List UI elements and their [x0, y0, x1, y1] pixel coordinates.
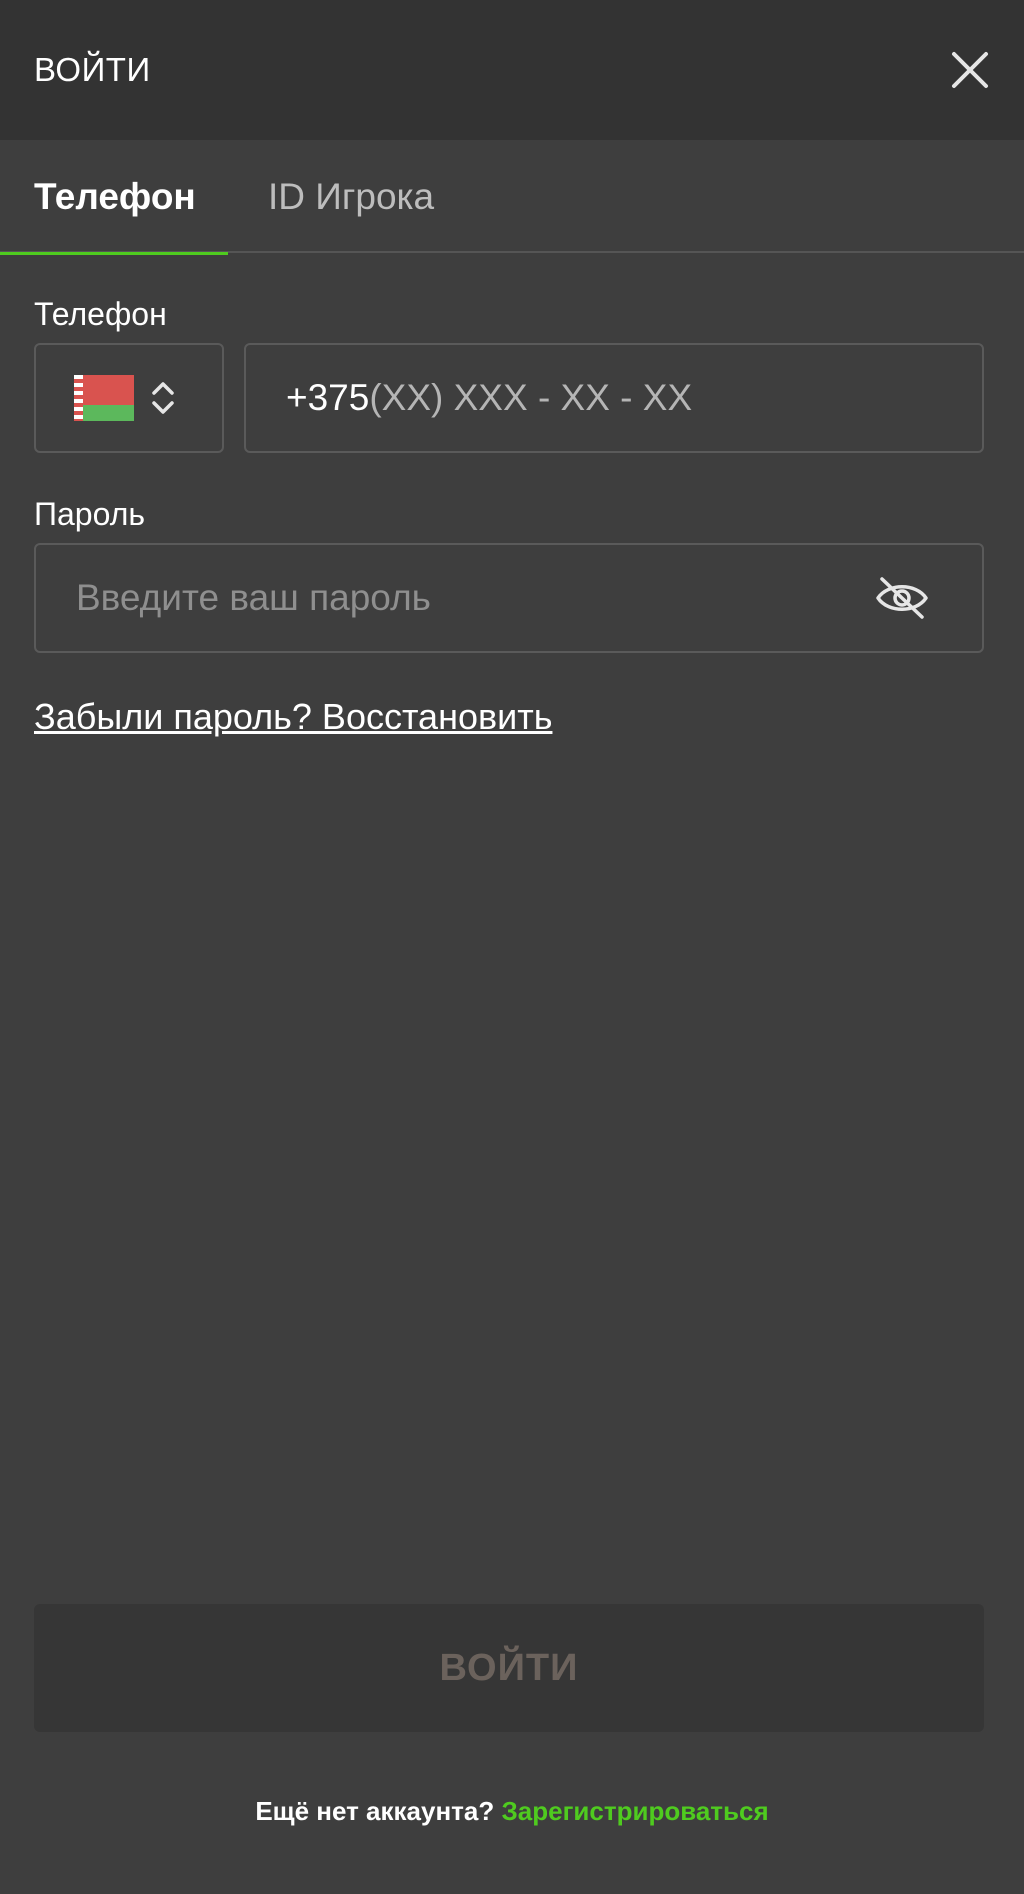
register-prompt: Ещё нет аккаунта? Зарегистрироваться — [0, 1796, 1024, 1827]
eye-off-icon — [876, 577, 928, 619]
close-button[interactable] — [942, 42, 998, 98]
modal-header: ВОЙТИ — [0, 0, 1024, 140]
phone-prefix: +375 — [286, 377, 370, 418]
register-link[interactable]: Зарегистрироваться — [501, 1796, 768, 1826]
modal-title: ВОЙТИ — [34, 51, 151, 88]
forgot-password-link[interactable]: Забыли пароль? Восстановить — [34, 696, 552, 738]
password-input[interactable]: Введите ваш пароль — [34, 543, 984, 653]
close-icon — [952, 52, 988, 88]
login-modal: ВОЙТИ Телефон ID Игрока Телефон +375 (XX)… — [0, 0, 1024, 1894]
login-button[interactable]: ВОЙТИ — [34, 1604, 984, 1732]
phone-label: Телефон — [34, 296, 167, 332]
tab-phone[interactable]: Телефон — [0, 140, 228, 255]
chevron-up-down-icon — [152, 382, 174, 414]
phone-input[interactable]: +375 (XX) XXX - XX - XX — [244, 343, 984, 453]
password-label: Пароль — [34, 496, 146, 532]
belarus-flag-icon — [74, 375, 134, 421]
login-method-tabs: Телефон ID Игрока — [0, 140, 1024, 255]
password-visibility-toggle[interactable] — [872, 568, 932, 628]
phone-placeholder: (XX) XXX - XX - XX — [369, 377, 693, 418]
country-code-select[interactable] — [34, 343, 224, 453]
register-question: Ещё нет аккаунта? — [255, 1796, 495, 1826]
password-placeholder: Введите ваш пароль — [76, 577, 431, 618]
tab-player-id[interactable]: ID Игрока — [228, 140, 434, 253]
